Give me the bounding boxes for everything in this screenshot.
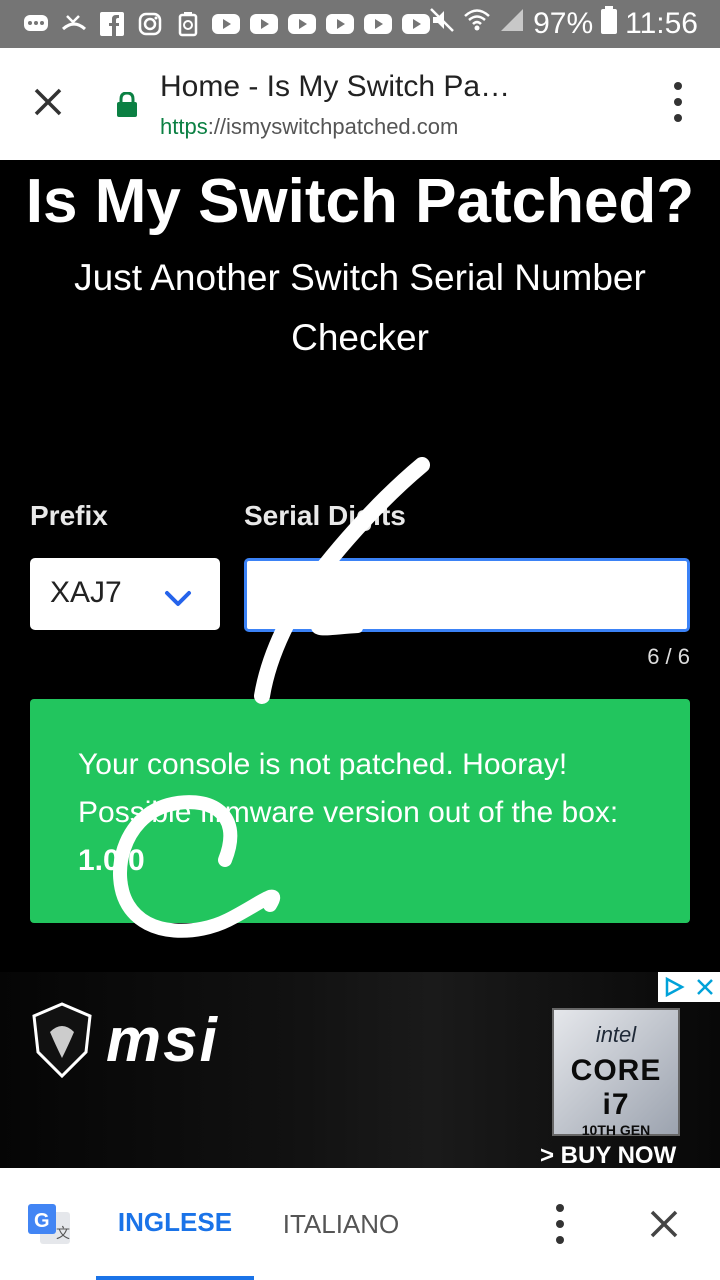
site-subtitle: Just Another Switch Serial Number Checke… [74,257,646,358]
wifi-icon [463,7,491,41]
status-bar: 97% 11:56 [0,0,720,48]
page-content: Is My Switch Patched? Just Another Switc… [0,160,720,1168]
intel-core-badge: intel CORE i7 10TH GEN [552,1008,680,1138]
core-label: CORE i7 [570,1054,662,1121]
custom-tab-toolbar: Home - Is My Switch Pa… https://ismyswit… [0,48,720,160]
notification-icons [22,10,430,38]
translate-menu-button[interactable] [542,1204,578,1244]
result-text: Your console is not patched. Hooray! Pos… [78,748,619,829]
chat-icon [22,10,50,38]
more-vert-icon [556,1204,564,1212]
prefix-label: Prefix [30,500,108,531]
menu-dot [556,1236,564,1244]
close-icon [650,1210,678,1238]
close-tab-button[interactable] [24,78,72,126]
menu-dot [674,114,682,122]
youtube-icon [364,10,392,38]
msi-dragon-shield-icon [32,1002,92,1078]
signal-icon [499,7,525,41]
youtube-icon [212,10,240,38]
menu-dot [556,1220,564,1228]
tab-target-language[interactable]: ITALIANO [270,1168,412,1280]
youtube-icon [250,10,278,38]
page-title: Home - Is My Switch Pa… [160,70,511,103]
clock: 11:56 [625,7,698,40]
ad-choices[interactable] [658,972,720,1002]
translate-close-button[interactable] [640,1200,688,1248]
google-translate-icon: G文 [26,1202,72,1253]
msi-logo: msi [30,1002,219,1078]
advertisement-banner[interactable]: msi intel CORE i7 10TH GEN > BUY NOW [0,972,720,1168]
page-url[interactable]: https://ismyswitchpatched.com [160,114,458,140]
browser-menu-button[interactable] [660,82,696,122]
youtube-icon [402,10,430,38]
url-scheme: https [160,114,208,139]
result-message: Your console is not patched. Hooray! Pos… [30,699,690,923]
chevron-down-icon [164,582,192,616]
system-status: 97% 11:56 [429,6,698,42]
intel-label: intel [595,1022,637,1047]
close-icon[interactable] [695,977,715,997]
battery-icon [601,6,618,42]
character-counter: 6 / 6 [647,644,690,669]
recycle-icon [174,10,202,38]
battery-percent: 97% [533,7,594,40]
buy-now-link[interactable]: > BUY NOW [540,1142,676,1168]
youtube-icon [288,10,316,38]
tab-source-language[interactable]: INGLESE [96,1168,254,1280]
close-icon [34,88,62,116]
url-host: ://ismyswitchpatched.com [207,114,459,139]
missed-call-icon [60,10,88,38]
site-title: Is My Switch Patched? [25,167,695,236]
serial-digits-label: Serial Digits [244,500,406,531]
mute-icon [429,7,455,41]
lock-icon[interactable] [116,91,138,123]
menu-dot [674,98,682,106]
firmware-version: 1.0.0 [78,844,145,877]
instagram-icon [136,10,164,38]
brand-name: msi [106,1005,219,1075]
prefix-select[interactable]: XAJ7 [30,558,220,630]
prefix-selected-value: XAJ7 [50,576,122,609]
svg-text:文: 文 [56,1226,70,1242]
serial-digits-input[interactable] [244,558,690,632]
facebook-icon [98,10,126,38]
gen-label: 10TH GEN [581,1122,651,1138]
translate-bar: G文 INGLESE ITALIANO [0,1168,720,1280]
more-vert-icon [674,82,682,90]
adchoices-icon [665,976,685,998]
youtube-icon [326,10,354,38]
svg-text:G: G [34,1210,50,1232]
